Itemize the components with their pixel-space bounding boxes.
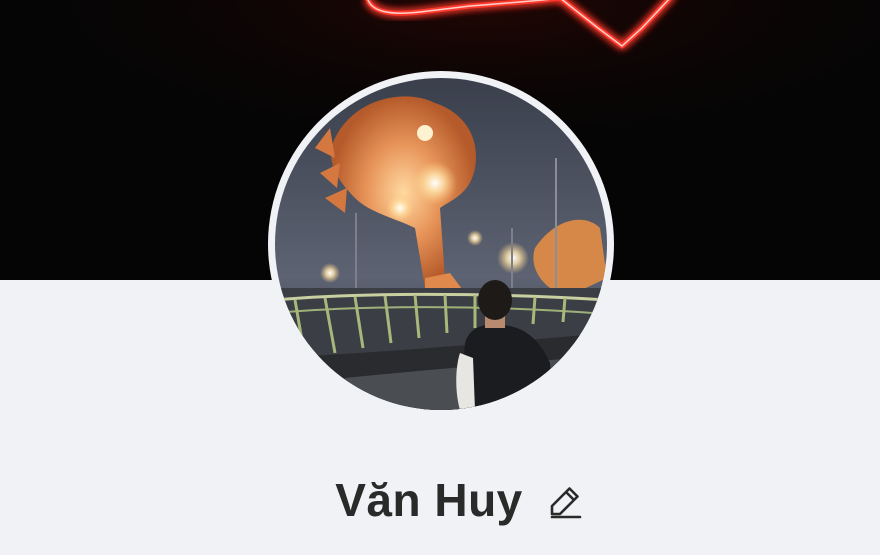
profile-avatar-ring[interactable] [268, 71, 614, 417]
avatar-dragon-bridge-photo [275, 78, 607, 410]
profile-name-row: Văn Huy [0, 468, 880, 532]
profile-avatar[interactable] [275, 78, 607, 410]
pencil-icon [550, 487, 582, 519]
edit-name-button[interactable] [545, 481, 585, 521]
profile-header: Văn Huy [0, 0, 880, 555]
profile-name: Văn Huy [335, 474, 523, 526]
